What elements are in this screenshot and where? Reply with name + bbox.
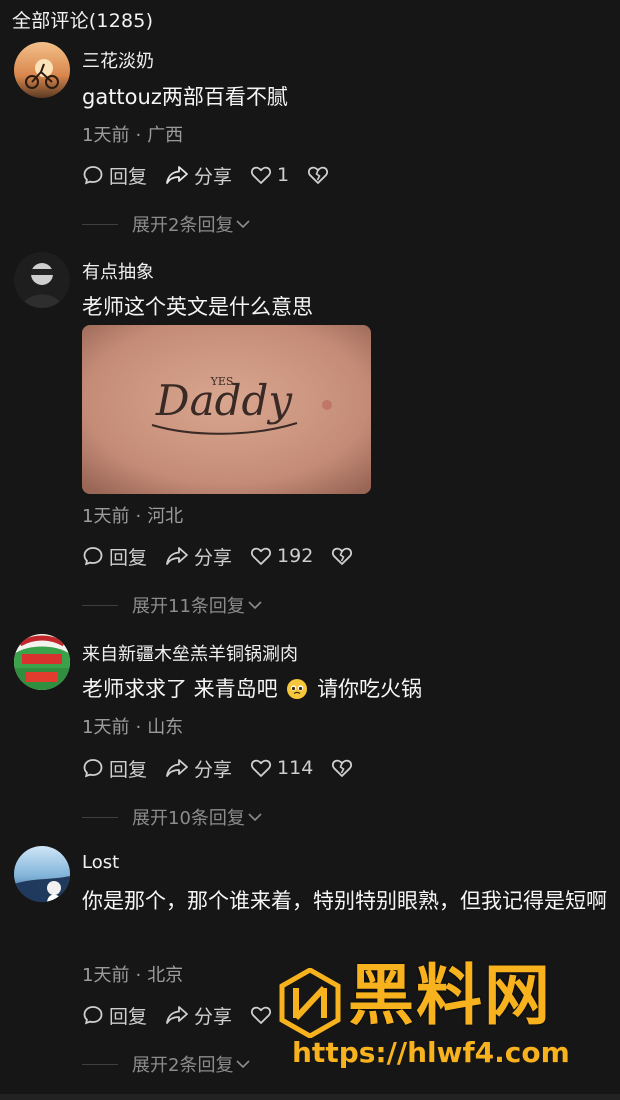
- reply-button[interactable]: 回复: [82, 755, 147, 782]
- comment-meta: 1天前 · 河北: [82, 506, 184, 527]
- comment-time: 1天前: [82, 506, 130, 527]
- comment-location: 北京: [147, 965, 184, 986]
- reply-bubble-icon: [83, 759, 103, 778]
- chevron-down-icon: [236, 220, 251, 229]
- watermark-title: 黑料网: [348, 957, 552, 1034]
- share-button[interactable]: 分享: [165, 543, 232, 570]
- share-button[interactable]: 分享: [165, 755, 232, 782]
- divider: [82, 223, 118, 225]
- like-count: 1: [277, 164, 290, 186]
- share-label: 分享: [194, 165, 233, 188]
- reply-bubble-icon: [83, 1006, 103, 1025]
- username[interactable]: 有点抽象: [82, 258, 154, 284]
- share-arrow-icon: [166, 759, 188, 777]
- avatar[interactable]: [14, 42, 70, 98]
- like-button[interactable]: 1: [250, 164, 289, 186]
- share-arrow-icon: [166, 166, 188, 184]
- comment-actions: 回复 分享 192: [82, 543, 376, 569]
- heart-icon: [250, 166, 272, 184]
- reply-label: 回复: [109, 165, 148, 188]
- watermark-logo-icon: [279, 968, 341, 1038]
- comment-text: 老师求求了 来青岛吧 请你吃火锅: [82, 672, 620, 706]
- comment-text-part: 老师求求了 来青岛吧: [82, 677, 278, 701]
- expand-replies[interactable]: 展开2条回复: [82, 211, 251, 237]
- heart-icon: [250, 1006, 272, 1024]
- comment-text: 你是那个，那个谁来着，特别特别眼熟，但我记得是短啊: [82, 889, 607, 913]
- avatar[interactable]: [14, 846, 70, 902]
- dislike-button[interactable]: [331, 758, 358, 778]
- expand-replies-label: 展开11条回复: [132, 596, 245, 617]
- tattoo-text: Daddy: [155, 376, 293, 425]
- comment-location: 河北: [147, 506, 184, 527]
- broken-heart-icon: [308, 166, 329, 184]
- comment-location: 山东: [147, 717, 184, 738]
- like-count: 114: [277, 757, 314, 779]
- like-count: 192: [277, 545, 314, 567]
- comment-meta: 1天前 · 北京: [82, 965, 184, 986]
- reply-bubble-icon: [83, 166, 103, 185]
- expand-replies[interactable]: 展开11条回复: [82, 592, 262, 618]
- like-button[interactable]: 192: [250, 545, 313, 567]
- reply-bubble-icon: [83, 547, 103, 566]
- heart-icon: [250, 759, 272, 777]
- share-button[interactable]: 分享: [165, 1002, 232, 1029]
- reply-label: 回复: [109, 758, 148, 781]
- comment-location: 广西: [147, 125, 184, 146]
- expand-replies[interactable]: 展开2条回复: [82, 1051, 251, 1077]
- like-button[interactable]: 114: [250, 757, 313, 779]
- expand-replies-label: 展开2条回复: [132, 215, 234, 236]
- comment-time: 1天前: [82, 965, 130, 986]
- dislike-button[interactable]: [331, 546, 358, 566]
- reply-button[interactable]: 回复: [82, 162, 147, 189]
- divider: [82, 816, 118, 818]
- comment-time: 1天前: [82, 125, 130, 146]
- divider: [82, 604, 118, 606]
- like-button[interactable]: [250, 1005, 277, 1025]
- avatar[interactable]: [14, 252, 70, 308]
- watermark: 黑料网 https://hlwf4.com: [278, 958, 608, 1088]
- heart-icon: [250, 547, 272, 565]
- pleading-face-emoji-icon: [287, 679, 308, 699]
- reply-label: 回复: [109, 546, 148, 569]
- username[interactable]: 三花淡奶: [82, 47, 154, 73]
- share-button[interactable]: 分享: [165, 162, 232, 189]
- comment-text-part: 请你吃火锅: [317, 677, 423, 701]
- divider: [82, 1063, 118, 1065]
- comments-header: 全部评论(1285): [12, 10, 154, 32]
- comment-text: 老师这个英文是什么意思: [82, 295, 313, 319]
- chevron-down-icon: [248, 813, 262, 822]
- bottom-bar: [0, 1094, 620, 1100]
- expand-replies[interactable]: 展开10条回复: [82, 804, 262, 830]
- comment-actions: 回复 分享 1: [82, 162, 352, 188]
- username[interactable]: Lost: [82, 852, 119, 873]
- comment-text: gattouz两部百看不腻: [82, 85, 288, 109]
- broken-heart-icon: [332, 759, 353, 777]
- broken-heart-icon: [332, 547, 353, 565]
- comment-time: 1天前: [82, 717, 130, 738]
- share-label: 分享: [194, 758, 233, 781]
- share-arrow-icon: [166, 547, 188, 565]
- dislike-button[interactable]: [307, 165, 334, 185]
- username[interactable]: 来自新疆木垒羔羊铜锅涮肉: [82, 640, 298, 666]
- avatar[interactable]: [14, 634, 70, 690]
- chevron-down-icon: [248, 601, 262, 610]
- expand-replies-label: 展开10条回复: [132, 808, 245, 829]
- share-label: 分享: [194, 1005, 233, 1028]
- share-arrow-icon: [166, 1006, 188, 1024]
- comment-meta: 1天前 · 广西: [82, 125, 184, 146]
- share-label: 分享: [194, 546, 233, 569]
- chevron-down-icon: [236, 1060, 251, 1069]
- reply-button[interactable]: 回复: [82, 1002, 147, 1029]
- reply-button[interactable]: 回复: [82, 543, 147, 570]
- reply-label: 回复: [109, 1005, 148, 1028]
- comment-actions: 回复 分享 114: [82, 755, 376, 781]
- watermark-url: https://hlwf4.com: [292, 1036, 570, 1069]
- expand-replies-label: 展开2条回复: [132, 1055, 234, 1076]
- comment-meta: 1天前 · 山东: [82, 717, 184, 738]
- comment-image[interactable]: YES Daddy: [82, 325, 371, 494]
- comment-actions: 回复 分享: [82, 1002, 295, 1028]
